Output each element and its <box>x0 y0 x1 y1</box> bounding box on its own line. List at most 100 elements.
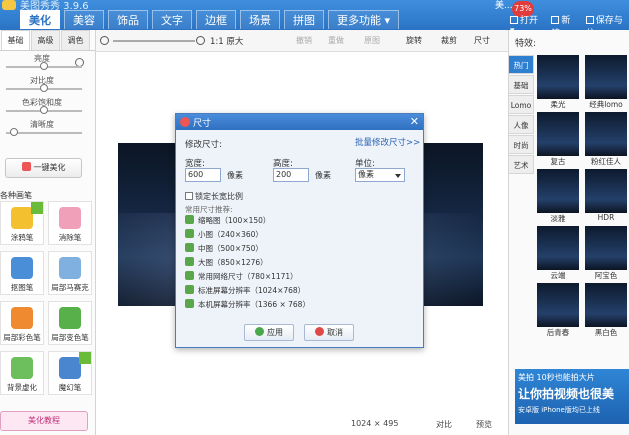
effect-item[interactable]: 复古 <box>537 112 579 169</box>
preset-icon <box>185 243 194 252</box>
eraser-brush[interactable]: 消除笔 <box>48 201 92 245</box>
resize-button[interactable]: 尺寸 <box>474 35 490 46</box>
tab-beauty[interactable]: 美容 <box>64 10 104 29</box>
cutout-pen-icon <box>11 257 33 279</box>
lock-ratio-checkbox[interactable]: 锁定长宽比例 <box>185 191 243 202</box>
left-panel: 基础 高级 调色 亮度 对比度 色彩饱和度 清晰度 一键美化 各种画笔 涂鸦笔 … <box>0 30 96 435</box>
zoom-actual-size-button[interactable]: 1:1 原大 <box>210 35 243 47</box>
zoom-slider[interactable] <box>113 40 195 42</box>
tab-advanced[interactable]: 高级 <box>31 30 60 50</box>
recolor-pen-icon <box>59 307 81 329</box>
effects-title: 特效: <box>515 39 537 49</box>
title-bar: 美图秀秀 3.9.6 美化 美容 饰品 文字 边框 场景 拼图 更多功能 ▾ 美… <box>0 0 629 39</box>
checkbox-icon <box>185 192 193 200</box>
rotate-button[interactable]: 旋转 <box>406 35 422 46</box>
effect-thumbnail <box>585 169 627 213</box>
preset-item[interactable]: 标准屏幕分辨率（1024×768） <box>185 284 310 298</box>
brightness-slider[interactable]: 亮度 <box>0 51 95 73</box>
compare-button[interactable]: 对比 <box>436 419 452 430</box>
magic-icon <box>21 162 31 171</box>
tab-frame[interactable]: 边框 <box>196 10 236 29</box>
doodle-brush[interactable]: 涂鸦笔 <box>0 201 44 245</box>
cancel-button[interactable]: 取消 <box>304 324 354 341</box>
user-name[interactable]: 美... <box>495 0 513 11</box>
contrast-slider[interactable]: 对比度 <box>0 73 95 95</box>
tab-hot[interactable]: 热门 <box>509 55 534 74</box>
effect-item[interactable]: 柔光 <box>537 55 579 112</box>
eraser-icon <box>59 207 81 229</box>
background-blur-brush[interactable]: 背景虚化 <box>0 351 44 395</box>
effect-thumbnail <box>537 55 579 99</box>
tab-beautify[interactable]: 美化 <box>20 10 60 29</box>
effect-item[interactable]: 粉红佳人 <box>585 112 627 169</box>
apply-button[interactable]: 应用 <box>244 324 294 341</box>
slider-handle[interactable] <box>40 84 48 92</box>
unit-dropdown[interactable]: 像素 <box>355 168 405 182</box>
slider-handle[interactable] <box>9 128 18 136</box>
partial-color-brush[interactable]: 局部彩色笔 <box>0 301 44 345</box>
tab-basic[interactable]: 基础 <box>1 30 30 50</box>
tab-lomo[interactable]: Lomo <box>509 95 534 114</box>
one-click-beautify-button[interactable]: 一键美化 <box>5 158 82 178</box>
save-icon <box>585 16 594 24</box>
effect-thumbnail <box>585 283 627 327</box>
original-button[interactable]: 原图 <box>364 35 380 46</box>
zoom-in-icon[interactable] <box>196 36 205 45</box>
tab-accessories[interactable]: 饰品 <box>108 10 148 29</box>
width-input[interactable]: 600 <box>185 168 221 182</box>
preset-item[interactable]: 中图（500×750） <box>185 242 310 256</box>
recolor-brush[interactable]: 局部变色笔 <box>48 301 92 345</box>
effect-item[interactable]: 经典lomo <box>585 55 627 112</box>
tab-art[interactable]: 艺术 <box>509 155 534 174</box>
app-logo-icon <box>2 0 16 10</box>
width-unit: 像素 <box>227 171 243 180</box>
zoom-out-icon[interactable] <box>100 36 109 45</box>
tab-text[interactable]: 文字 <box>152 10 192 29</box>
preset-item[interactable]: 常用网络尺寸（780×1171） <box>185 270 310 284</box>
tab-fashion[interactable]: 时尚 <box>509 135 534 154</box>
tab-more[interactable]: 更多功能 ▾ <box>328 10 400 29</box>
undo-button[interactable]: 撤销 <box>296 35 312 46</box>
tab-collage[interactable]: 拼图 <box>284 10 324 29</box>
redo-button[interactable]: 重做 <box>328 35 344 46</box>
preset-item[interactable]: 大图（850×1276） <box>185 256 310 270</box>
magic-wand-icon <box>59 357 81 379</box>
app-logo-icon <box>180 117 190 127</box>
cutout-brush[interactable]: 抠图笔 <box>0 251 44 295</box>
effect-item[interactable]: 淡雅 <box>537 169 579 226</box>
slider-handle[interactable] <box>40 62 48 70</box>
mosaic-brush[interactable]: 局部马赛克 <box>48 251 92 295</box>
effect-item[interactable]: 后青春 <box>537 283 579 340</box>
preview-button[interactable]: 预览 <box>476 419 492 430</box>
effect-thumbnail <box>537 169 579 213</box>
effect-item[interactable]: 阿宝色 <box>585 226 627 283</box>
blur-icon <box>11 357 33 379</box>
ad-banner[interactable]: 美拍 10秒也能拍大片 让你拍视频也很美 安卓版 iPhone版均已上线 <box>515 369 629 424</box>
sharpness-slider[interactable]: 清晰度 <box>0 117 95 139</box>
tutorial-button[interactable]: 美化教程 <box>0 411 88 431</box>
ad-subline: 安卓版 iPhone版均已上线 <box>518 406 600 414</box>
magic-brush[interactable]: 魔幻笔 <box>48 351 92 395</box>
plus-icon <box>551 16 560 24</box>
saturation-slider[interactable]: 色彩饱和度 <box>0 95 95 117</box>
effect-item[interactable]: 云端 <box>537 226 579 283</box>
batch-resize-link[interactable]: 批量修改尺寸>> <box>355 136 420 148</box>
tab-basic-effects[interactable]: 基础 <box>509 75 534 94</box>
dialog-title: 尺寸 <box>193 119 212 129</box>
preset-item[interactable]: 缩略图（100×150） <box>185 214 310 228</box>
tab-color[interactable]: 调色 <box>61 30 90 50</box>
image-size-readout: 1024 × 495 <box>351 419 399 428</box>
tab-portrait[interactable]: 人像 <box>509 115 534 134</box>
close-icon[interactable]: ✕ <box>410 115 419 128</box>
preset-item[interactable]: 本机屏幕分辨率（1366 × 768） <box>185 298 310 312</box>
slider-handle[interactable] <box>40 106 48 114</box>
height-input[interactable]: 200 <box>273 168 309 182</box>
tab-scene[interactable]: 场景 <box>240 10 280 29</box>
preset-item[interactable]: 小图（240×360） <box>185 228 310 242</box>
effect-thumbnail <box>537 226 579 270</box>
height-unit: 像素 <box>315 171 331 180</box>
effect-item[interactable]: 黑白色 <box>585 283 627 340</box>
crop-button[interactable]: 裁剪 <box>441 35 457 46</box>
status-bar: 1024 × 495 对比 预览 <box>96 415 508 435</box>
effect-item[interactable]: HDR <box>585 169 627 226</box>
